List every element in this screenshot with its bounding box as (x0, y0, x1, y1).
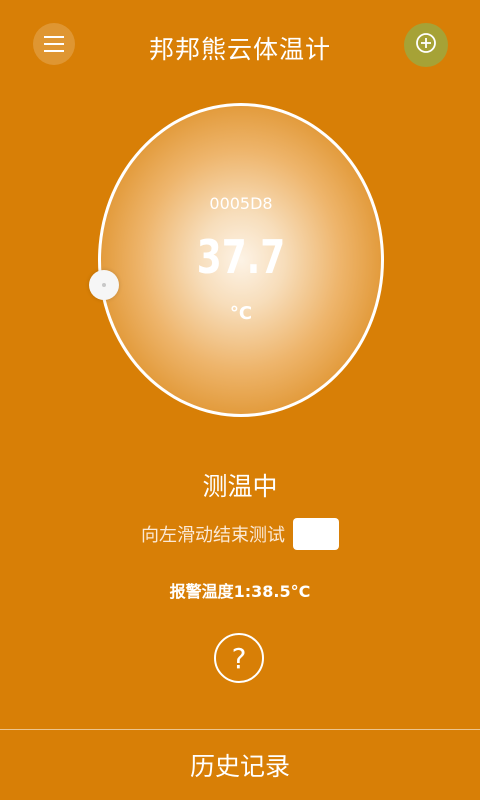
measuring-status: 测温中 (202, 472, 278, 501)
dial-slider-handle[interactable] (89, 270, 119, 300)
alarm-temperature: 报警温度1:38.5°C (169, 582, 311, 601)
swipe-to-end-label: 向左滑动结束测试 (141, 525, 285, 546)
add-device-icon (415, 32, 437, 58)
device-id: 0005D8 (209, 194, 273, 213)
add-device-button[interactable] (404, 23, 448, 67)
history-button[interactable]: 历史记录 (0, 730, 480, 800)
temperature-value: 37.7 (196, 230, 286, 284)
temperature-dial: 0005D8 37.7 °C (98, 103, 384, 417)
swipe-to-end-row: 向左滑动结束测试 (0, 518, 480, 550)
help-button[interactable]: ? (214, 633, 264, 683)
question-mark-icon: ? (231, 641, 247, 675)
temperature-unit: °C (229, 303, 253, 324)
history-label: 历史记录 (189, 752, 290, 781)
thermometer-screen: 邦邦熊云体温计 0005D8 37.7 °C 测温中 向左滑动结束测试 报警温度… (0, 0, 480, 800)
end-test-toggle[interactable] (293, 518, 339, 550)
